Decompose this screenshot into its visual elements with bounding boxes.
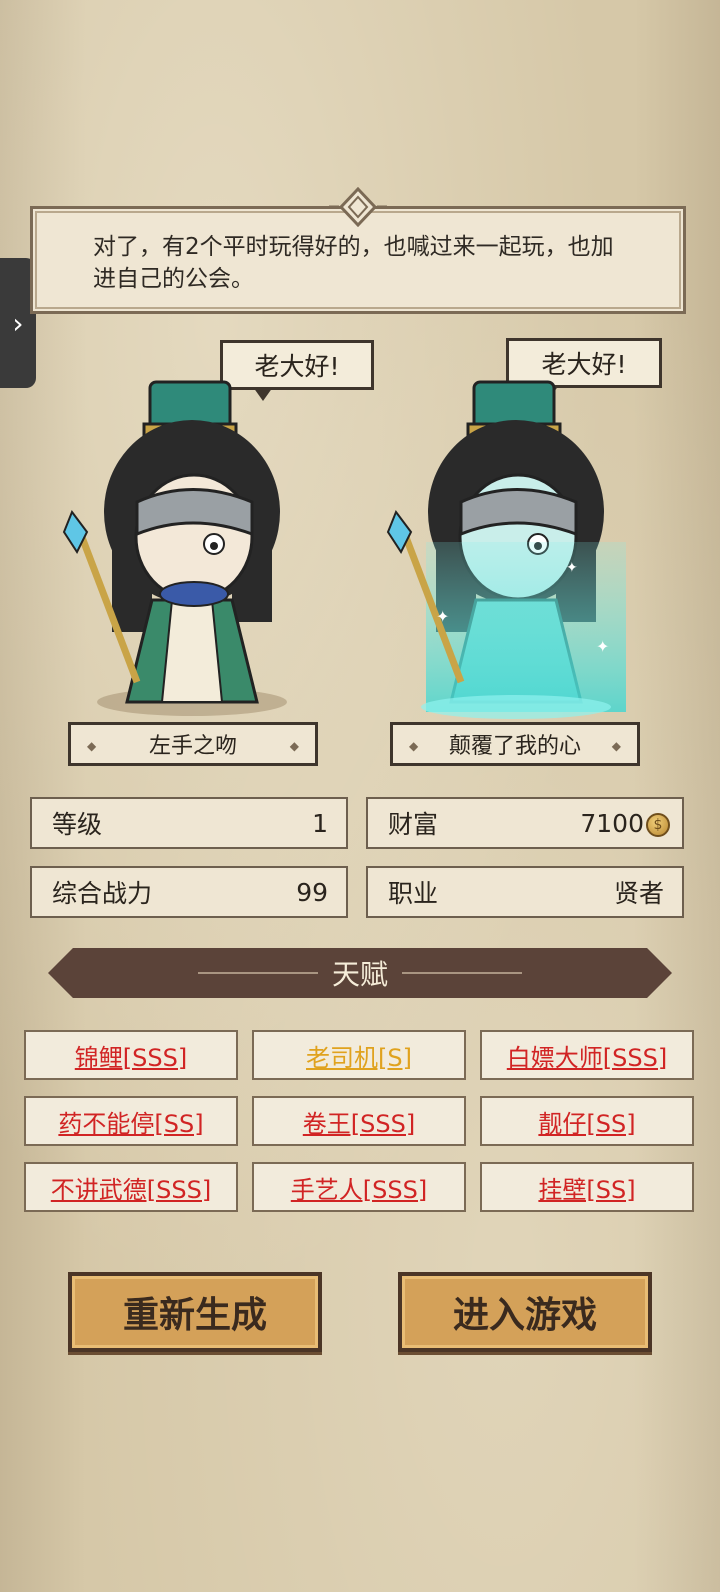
stat-power-value: 99 — [296, 877, 328, 907]
divider-line — [198, 972, 318, 974]
character-name-1: ◆ 左手之吻 ◆ — [68, 722, 318, 766]
enter-game-button[interactable]: 进入游戏 — [398, 1272, 652, 1352]
stat-job-value: 贤者 — [613, 879, 664, 908]
talent-item[interactable]: 锦鲤[SSS] — [24, 1030, 238, 1080]
diamond-icon: ◆ — [87, 739, 97, 753]
talent-item[interactable]: 卷王[SSS] — [252, 1096, 466, 1146]
talent-item[interactable]: 不讲武德[SSS] — [24, 1162, 238, 1212]
talent-header-banner: 天赋 — [48, 948, 672, 998]
talent-item[interactable]: 挂壁[SS] — [480, 1162, 694, 1212]
talent-item[interactable]: 老司机[S] — [252, 1030, 466, 1080]
stat-power-label: 综合战力 — [52, 879, 153, 908]
story-dialog: 对了，有2个平时玩得好的，也喊过来一起玩，也加进自己的公会。 — [30, 187, 686, 314]
talent-header-title: 天赋 — [331, 958, 388, 991]
character-name-2: ◆ 颠覆了我的心 ◆ — [390, 722, 640, 766]
chevron-right-icon: › — [12, 306, 24, 340]
gold-coin-icon: $ — [646, 812, 670, 837]
regenerate-button[interactable]: 重新生成 — [68, 1272, 322, 1352]
stat-wealth: 财富 7100 $ — [366, 797, 684, 849]
stat-wealth-value-wrap: 7100 $ — [580, 809, 670, 838]
talent-item[interactable]: 手艺人[SSS] — [252, 1162, 466, 1212]
diamond-icon: ◆ — [611, 739, 621, 753]
stat-wealth-value: 7100 — [580, 808, 644, 838]
stat-level-label: 等级 — [52, 810, 103, 839]
character-name-1-label: 左手之吻 — [148, 734, 237, 759]
svg-text:✦: ✦ — [596, 637, 609, 656]
stat-wealth-label: 财富 — [388, 810, 439, 839]
talent-item[interactable]: 白嫖大师[SSS] — [480, 1030, 694, 1080]
stat-job-label: 职业 — [388, 879, 439, 908]
character-portrait-2[interactable]: ✦ ✦ ✦ — [366, 362, 646, 722]
svg-text:✦: ✦ — [566, 560, 578, 576]
stat-level-value: 1 — [312, 808, 328, 838]
dialog-text: 对了，有2个平时玩得好的，也喊过来一起玩，也加进自己的公会。 — [93, 234, 614, 292]
diamond-ornament-icon — [329, 187, 387, 227]
diamond-icon: ◆ — [289, 739, 299, 753]
stat-level: 等级 1 — [30, 797, 348, 849]
svg-text:✦: ✦ — [436, 607, 449, 626]
stat-power: 综合战力 99 — [30, 866, 348, 918]
talent-item[interactable]: 药不能停[SS] — [24, 1096, 238, 1146]
talent-item[interactable]: 靓仔[SS] — [480, 1096, 694, 1146]
character-portrait-1[interactable] — [42, 362, 322, 722]
divider-line — [402, 972, 522, 974]
diamond-icon: ◆ — [409, 739, 419, 753]
character-name-2-label: 颠覆了我的心 — [448, 734, 581, 759]
stat-job: 职业 贤者 — [366, 866, 684, 918]
